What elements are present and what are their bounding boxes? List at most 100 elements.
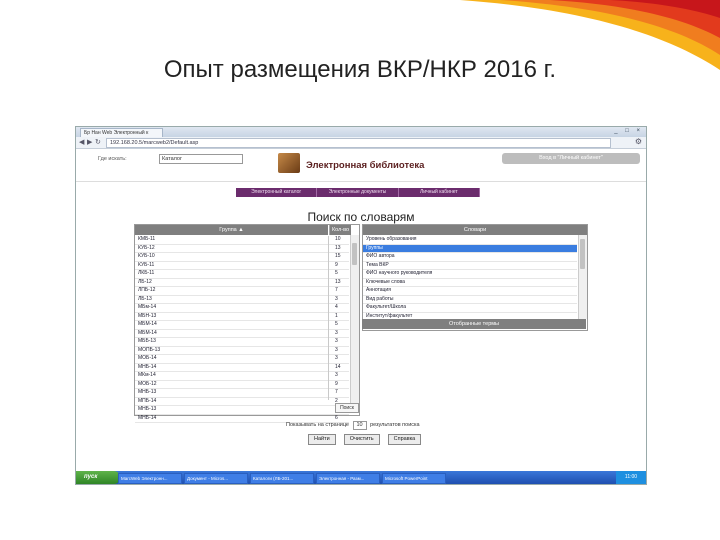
- url-input[interactable]: 192.168.20.5/marcweb2/Default.asp: [106, 138, 611, 148]
- system-tray-clock: 11:00: [616, 471, 646, 484]
- group-count: 4: [335, 304, 338, 310]
- groups-list: КМБ-11 10 КУБ-12 13 КУБ-10 15 КУБ-11 9 ЛКБ-11 5 ЛБ…: [135, 236, 349, 423]
- per-page-select[interactable]: 10: [352, 421, 367, 430]
- find-button[interactable]: Найти: [308, 434, 336, 445]
- start-button[interactable]: пуск: [76, 471, 120, 484]
- group-count: 3: [335, 329, 338, 336]
- group-name: МНБ-13: [138, 389, 157, 395]
- table-row[interactable]: МКм-14 3: [135, 372, 349, 381]
- list-item[interactable]: Вид работы: [363, 296, 577, 304]
- list-item[interactable]: ФИО научного руководителя: [363, 270, 577, 279]
- taskbar-item[interactable]: Microsoft PowerPoint: [382, 473, 446, 484]
- list-item[interactable]: Факультет/Школа: [363, 304, 577, 313]
- back-icon[interactable]: ◀: [79, 138, 84, 146]
- menu-item-documents[interactable]: Электронные документы: [317, 188, 399, 197]
- list-item[interactable]: Ключевые слова: [363, 279, 577, 287]
- table-row[interactable]: ЛБ-12 13: [135, 278, 349, 287]
- reload-icon[interactable]: ↻: [95, 138, 101, 146]
- col-count-header[interactable]: Кол-во: [329, 225, 351, 235]
- group-name: МНБ-13: [138, 406, 157, 412]
- group-name: ЛКБ-11: [138, 270, 155, 276]
- taskbar-item[interactable]: Документ - Micros...: [184, 473, 248, 484]
- menu-item-cabinet[interactable]: Личный кабинет: [399, 188, 480, 197]
- forward-icon[interactable]: ▶: [87, 138, 92, 146]
- group-name: МБМ-14: [138, 329, 157, 336]
- group-count: 5: [335, 321, 338, 327]
- cabinet-button[interactable]: Вход в "Личный кабинет": [502, 153, 640, 164]
- groups-search-button[interactable]: Поиск: [335, 403, 359, 413]
- col-group-header[interactable]: Группа ▲: [135, 225, 328, 235]
- table-row[interactable]: ЛБ-13 3: [135, 296, 349, 304]
- list-item[interactable]: Тема ВКР: [363, 262, 577, 270]
- table-row[interactable]: МОБ-12 9: [135, 380, 349, 389]
- table-row[interactable]: МПБ-14 2: [135, 397, 349, 406]
- address-bar: ◀ ▶ ↻ 192.168.20.5/marcweb2/Default.asp …: [76, 137, 646, 149]
- group-count: 1: [335, 312, 338, 319]
- table-row[interactable]: КУБ-11 9: [135, 262, 349, 270]
- dictionaries-header: Словари: [363, 225, 587, 235]
- group-name: МНБ-14: [138, 363, 157, 370]
- help-button[interactable]: Справка: [387, 434, 422, 445]
- group-name: ЛПБ-12: [138, 287, 156, 293]
- selected-terms-button[interactable]: Отобранные термы: [362, 319, 586, 329]
- table-row[interactable]: КУБ-10 15: [135, 253, 349, 262]
- window-controls[interactable]: _ □ ×: [614, 128, 643, 134]
- group-count: 7: [335, 287, 338, 293]
- taskbar-item[interactable]: Электронная - Разм...: [316, 473, 380, 484]
- list-item[interactable]: Аннотация: [363, 287, 577, 296]
- slide-title: Опыт размещения ВКР/НКР 2016 г.: [163, 56, 557, 83]
- group-name: КУБ-12: [138, 244, 155, 251]
- table-row[interactable]: МБм-14 4: [135, 304, 349, 313]
- list-item[interactable]: ФИО автора: [363, 253, 577, 262]
- table-row[interactable]: КУБ-12 13: [135, 244, 349, 253]
- group-count: 3: [335, 338, 338, 344]
- groups-scrollbar[interactable]: [350, 235, 359, 413]
- table-row[interactable]: МНБ-13 7: [135, 389, 349, 398]
- scroll-thumb[interactable]: [352, 243, 357, 265]
- per-page-control: Показывать на странице 10 результатов по…: [286, 421, 420, 430]
- group-name: ЛБ-12: [138, 278, 152, 285]
- group-name: МБМ-14: [138, 321, 157, 327]
- table-row[interactable]: МБН-13 1: [135, 312, 349, 321]
- scroll-thumb[interactable]: [580, 239, 585, 269]
- table-row[interactable]: КМБ-11 10: [135, 236, 349, 245]
- browser-screenshot: Бр Нан Web Электронный к _ □ × ◀ ▶ ↻ 192…: [75, 126, 647, 485]
- taskbar-item[interactable]: MarcWeb Электронн...: [118, 473, 182, 484]
- menu-item-catalog[interactable]: Электронный каталог: [236, 188, 318, 197]
- groups-panel: Группа ▲ Кол-во КМБ-11 10 КУБ-12 13 КУБ-10 15…: [134, 224, 360, 423]
- group-name: МПБ-14: [138, 397, 157, 404]
- per-page-prefix: Показывать на странице: [286, 422, 349, 428]
- table-row[interactable]: ЛПБ-12 7: [135, 287, 349, 296]
- group-name: КУБ-10: [138, 253, 155, 259]
- column-divider: [328, 236, 329, 400]
- table-row[interactable]: МБМ-14 3: [135, 329, 349, 338]
- table-row[interactable]: МББ-13 3: [135, 338, 349, 347]
- group-count: 15: [335, 253, 341, 259]
- group-name: КМБ-11: [138, 236, 156, 242]
- table-row[interactable]: МБМ-14 5: [135, 321, 349, 330]
- list-item[interactable]: Группы: [363, 244, 577, 253]
- dictionaries-list: Уровень образования Группы ФИО автора Тема …: [363, 236, 577, 321]
- table-row[interactable]: ЛКБ-11 5: [135, 270, 349, 279]
- action-buttons: Найти Очистить Справка: [308, 434, 422, 445]
- taskbar-item[interactable]: Каталоги (ЛБ-201...: [250, 473, 314, 484]
- group-name: МОПБ-13: [138, 346, 161, 353]
- group-name: МББ-13: [138, 338, 156, 344]
- browser-tabbar: Бр Нан Web Электронный к _ □ ×: [76, 127, 646, 138]
- group-count: 10: [335, 236, 341, 242]
- table-row[interactable]: МНБ-133: [135, 406, 349, 415]
- table-row[interactable]: МОПБ-13 3: [135, 346, 349, 355]
- per-page-suffix: результатов поиска: [370, 422, 420, 428]
- group-name: МКм-14: [138, 372, 156, 378]
- table-row[interactable]: МНБ-14 14: [135, 363, 349, 372]
- group-count: 7: [335, 389, 338, 395]
- dictionaries-scrollbar[interactable]: [578, 235, 587, 319]
- group-name: МОБ-14: [138, 355, 157, 361]
- settings-icon[interactable]: ⚙: [635, 137, 642, 146]
- find-select[interactable]: Каталог: [159, 154, 243, 164]
- list-item[interactable]: Уровень образования: [363, 236, 577, 245]
- table-row[interactable]: МОБ-14 3: [135, 355, 349, 364]
- group-name: МОБ-12: [138, 380, 157, 387]
- group-count: 13: [335, 278, 341, 285]
- clear-button[interactable]: Очистить: [343, 434, 380, 445]
